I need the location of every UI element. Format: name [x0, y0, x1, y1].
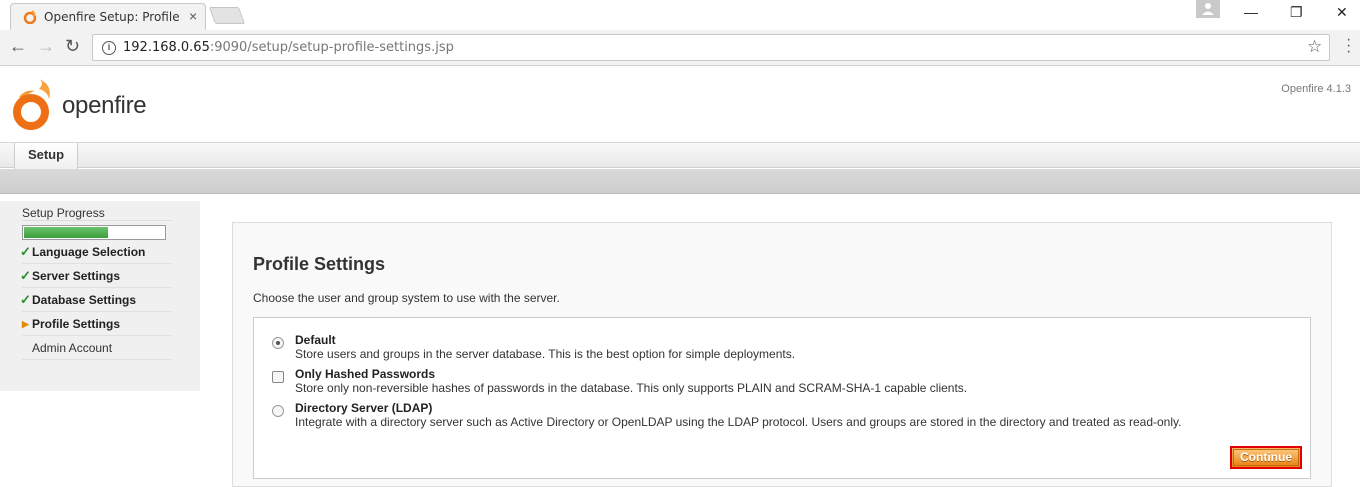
checkmark-icon: ✓	[20, 268, 31, 283]
tab-title: Openfire Setup: Profile Se	[44, 10, 180, 24]
close-tab-icon[interactable]: ×	[189, 8, 197, 24]
browser-tabstrip: Openfire Setup: Profile Se × — ❐ ✕	[0, 0, 1360, 30]
close-window-icon[interactable]: ✕	[1336, 4, 1348, 21]
user-profile-icon[interactable]	[1196, 0, 1220, 18]
back-arrow-icon[interactable]: ←	[9, 36, 27, 57]
sidebar-item-server-settings[interactable]: ✓ Server Settings	[20, 264, 172, 288]
option-title: Default	[295, 333, 336, 347]
sidebar-item-label: Admin Account	[32, 341, 113, 355]
sidebar-item-label: Profile Settings	[32, 317, 121, 331]
continue-label: Continue	[1233, 449, 1299, 466]
options-box: Default Store users and groups in the se…	[253, 317, 1311, 479]
page: openfire Openfire 4.1.3 Setup Setup Prog…	[0, 67, 1360, 487]
ldap-radio[interactable]	[272, 405, 284, 417]
reload-icon[interactable]: ↻	[65, 36, 80, 57]
sidebar-item-label: Language Selection	[32, 245, 146, 259]
sidebar-item-language-selection[interactable]: ✓ Language Selection	[20, 240, 172, 264]
openfire-favicon-icon	[23, 10, 37, 24]
sidebar-item-profile-settings[interactable]: ▶ Profile Settings	[22, 312, 172, 336]
progress-fill	[24, 227, 108, 238]
option-description: Integrate with a directory server such a…	[295, 415, 1182, 429]
hashed-passwords-checkbox[interactable]	[272, 371, 284, 383]
url-text[interactable]: 192.168.0.65:9090/setup/setup-profile-se…	[123, 40, 454, 55]
browser-menu-icon[interactable]: · · ·	[1346, 32, 1351, 60]
tab-setup[interactable]: Setup	[14, 143, 78, 169]
checkmark-icon: ✓	[20, 244, 31, 259]
info-icon[interactable]: i	[102, 41, 116, 55]
browser-toolbar: ← → ↻ i 192.168.0.65:9090/setup/setup-pr…	[0, 30, 1360, 66]
bookmark-star-icon[interactable]: ☆	[1307, 37, 1322, 57]
option-description: Store only non-reversible hashes of pass…	[295, 381, 968, 395]
setup-progress-bar	[22, 225, 166, 240]
sidebar-item-admin-account[interactable]: Admin Account	[22, 336, 172, 360]
option-title: Only Hashed Passwords	[295, 367, 436, 381]
logo-text: openfire	[62, 92, 147, 119]
current-step-arrow-icon: ▶	[22, 319, 29, 329]
page-title: Profile Settings	[253, 254, 386, 274]
forward-arrow-icon[interactable]: →	[37, 36, 55, 57]
sub-nav-bar	[0, 169, 1360, 194]
continue-button[interactable]: Continue	[1230, 446, 1302, 469]
profile-settings-panel: Profile Settings Choose the user and gro…	[232, 222, 1332, 487]
browser-tab[interactable]: Openfire Setup: Profile Se ×	[10, 3, 206, 30]
sidebar-item-database-settings[interactable]: ✓ Database Settings	[20, 288, 172, 312]
minimize-icon[interactable]: —	[1244, 4, 1258, 20]
version-label: Openfire 4.1.3	[1281, 83, 1351, 95]
setup-sidebar: Setup Progress ✓ Language Selection ✓ Se…	[0, 201, 200, 391]
sidebar-item-label: Server Settings	[32, 269, 121, 283]
openfire-logo-icon	[13, 79, 50, 130]
option-description: Store users and groups in the server dat…	[295, 347, 796, 361]
top-nav: Setup	[0, 142, 1360, 169]
maximize-icon[interactable]: ❐	[1290, 4, 1303, 21]
setup-progress-title: Setup Progress	[22, 206, 172, 221]
url-host: 192.168.0.65	[123, 40, 210, 55]
url-path: :9090/setup/setup-profile-settings.jsp	[209, 40, 454, 55]
default-radio[interactable]	[272, 337, 284, 349]
checkmark-icon: ✓	[20, 292, 31, 307]
new-tab-button[interactable]	[208, 7, 246, 24]
address-bar[interactable]: i 192.168.0.65:9090/setup/setup-profile-…	[92, 34, 1330, 61]
sidebar-item-label: Database Settings	[32, 293, 137, 307]
page-description: Choose the user and group system to use …	[253, 291, 560, 305]
option-title: Directory Server (LDAP)	[295, 401, 433, 415]
